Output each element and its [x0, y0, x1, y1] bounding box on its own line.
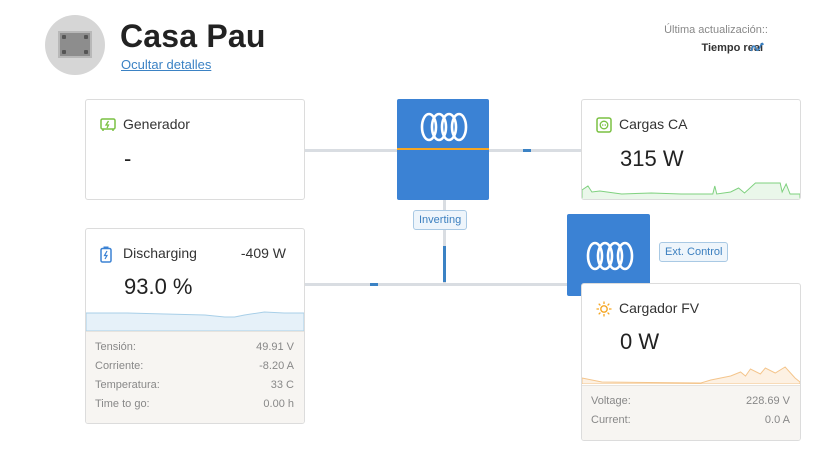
site-title: Casa Pau [120, 18, 266, 54]
battery-details: Tensión: 49.91 V Corriente: -8.20 A Temper… [86, 331, 304, 423]
battery-soc: 93.0 % [124, 274, 193, 299]
inverter-device[interactable] [397, 99, 489, 200]
flow-dot-loads [523, 149, 531, 152]
solar-charger-state-badge[interactable]: Ext. Control [659, 242, 729, 262]
detail-row: Temperatura: 33 C [95, 379, 294, 391]
flow-dot-vertical [443, 246, 446, 282]
victron-logo-icon [420, 112, 468, 142]
inverter-ac-bar [397, 148, 489, 150]
detail-row: Corriente: -8.20 A [95, 360, 294, 372]
solar-details: Voltage: 228.69 V Current: 0.0 A [582, 385, 800, 440]
line-battery-bus [304, 283, 567, 286]
flow-dot-battery [370, 283, 378, 286]
solar-charger-card[interactable]: Cargador FV 0 W Voltage: 228.69 V Current… [581, 283, 801, 441]
ac-loads-sparkline [582, 182, 800, 199]
ac-loads-value: 315 W [620, 146, 684, 171]
sun-icon [596, 301, 612, 317]
solar-sparkline [582, 366, 800, 384]
ac-loads-label: Cargas CA [619, 116, 688, 132]
battery-card[interactable]: Discharging -409 W 93.0 % Tensión: 49.91 … [85, 228, 305, 424]
realtime-wave-icon [750, 42, 764, 52]
victron-logo-icon [586, 241, 634, 271]
ac-loads-card[interactable]: Cargas CA 315 W [581, 99, 801, 200]
device-image [58, 31, 92, 58]
solar-charger-label: Cargador FV [619, 300, 700, 316]
battery-state-label: Discharging [123, 245, 197, 261]
inverter-state-badge[interactable]: Inverting [413, 210, 468, 230]
last-update-label: Última actualización:: [664, 24, 768, 36]
generator-icon [100, 118, 116, 131]
site-avatar [45, 15, 105, 75]
battery-icon [100, 246, 112, 263]
line-inverter-loads [489, 149, 582, 152]
solar-charger-value: 0 W [620, 329, 660, 354]
generator-card[interactable]: Generador - [85, 99, 305, 200]
battery-power: -409 W [240, 245, 286, 261]
hide-details-link[interactable]: Ocultar detalles [121, 57, 211, 72]
generator-value: - [124, 146, 132, 171]
battery-sparkline [86, 311, 304, 331]
detail-row: Current: 0.0 A [591, 414, 790, 426]
detail-row: Tensión: 49.91 V [95, 341, 294, 353]
generator-label: Generador [123, 116, 190, 132]
detail-row: Time to go: 0.00 h [95, 398, 294, 410]
line-generator-inverter [304, 149, 397, 152]
plug-icon [596, 117, 612, 133]
detail-row: Voltage: 228.69 V [591, 395, 790, 407]
